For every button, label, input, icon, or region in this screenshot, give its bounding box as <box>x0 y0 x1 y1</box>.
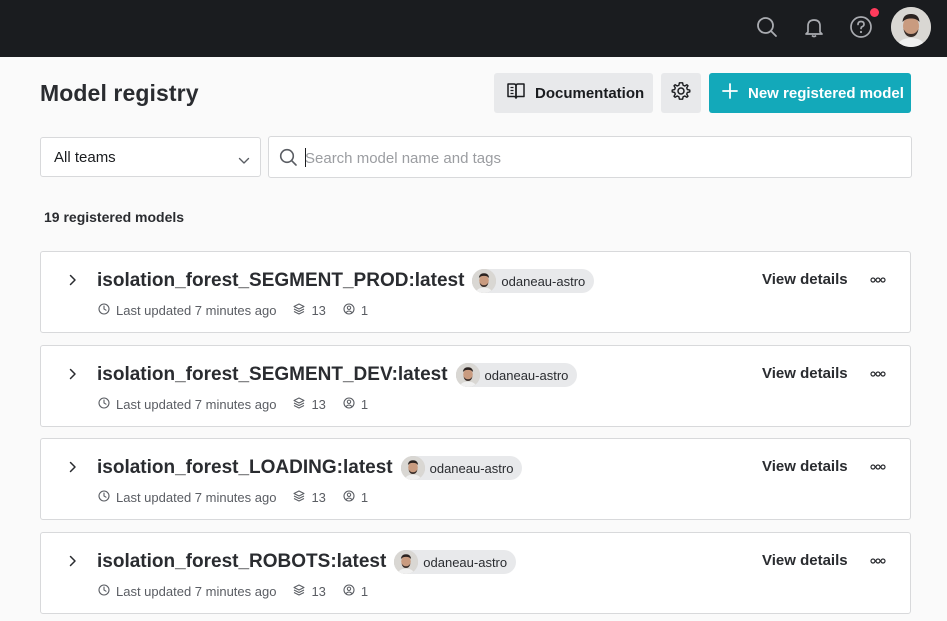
owner-avatar <box>455 363 480 387</box>
plus-icon <box>721 82 739 104</box>
model-name[interactable]: isolation_forest_SEGMENT_PROD:latest <box>97 270 464 292</box>
owner-name: odaneau-astro <box>423 554 508 570</box>
users-count: 1 <box>343 490 368 505</box>
versions-count: 13 <box>293 303 326 318</box>
last-updated: Last updated 7 minutes ago <box>98 303 276 318</box>
search-input[interactable] <box>305 146 895 170</box>
expand-chevron-icon[interactable] <box>65 272 81 288</box>
more-options-icon[interactable] <box>869 366 887 382</box>
versions-count: 13 <box>293 397 326 412</box>
users-count-text: 1 <box>360 584 369 599</box>
users-count-text: 1 <box>360 397 369 412</box>
expand-chevron-icon[interactable] <box>65 366 81 382</box>
versions-count-text: 13 <box>311 303 326 318</box>
model-meta: Last updated 7 minutes ago 13 1 <box>98 490 368 505</box>
model-title-row: isolation_forest_SEGMENT_PROD:latest odan… <box>97 267 595 295</box>
user-icon <box>343 303 361 318</box>
more-options-icon[interactable] <box>869 272 887 288</box>
users-count-text: 1 <box>360 303 369 318</box>
text-caret <box>305 148 306 167</box>
search-field[interactable] <box>268 136 912 178</box>
model-meta: Last updated 7 minutes ago 13 1 <box>98 397 368 412</box>
owner-chip[interactable]: odaneau-astro <box>400 456 523 480</box>
gear-icon <box>671 81 691 105</box>
owner-name: odaneau-astro <box>429 460 514 476</box>
model-card[interactable]: isolation_forest_ROBOTS:latest odaneau-as… <box>40 532 911 614</box>
versions-count-text: 13 <box>311 584 326 599</box>
search-icon[interactable] <box>754 14 780 40</box>
users-count: 1 <box>343 584 368 599</box>
last-updated: Last updated 7 minutes ago <box>98 584 276 599</box>
model-card[interactable]: isolation_forest_LOADING:latest odaneau-a… <box>40 438 911 520</box>
clock-icon <box>98 490 116 505</box>
chevron-down-icon <box>238 152 250 169</box>
settings-button[interactable] <box>661 73 701 113</box>
owner-chip[interactable]: odaneau-astro <box>455 363 578 387</box>
clock-icon <box>98 303 116 318</box>
last-updated-text: Last updated 7 minutes ago <box>116 584 277 599</box>
more-options-icon[interactable] <box>869 459 887 475</box>
clock-icon <box>98 397 116 412</box>
user-icon <box>343 584 361 599</box>
model-name[interactable]: isolation_forest_LOADING:latest <box>97 457 393 479</box>
model-card[interactable]: isolation_forest_SEGMENT_PROD:latest odan… <box>40 251 911 333</box>
layers-icon <box>293 303 311 318</box>
page-title: Model registry <box>40 80 199 106</box>
model-title-row: isolation_forest_LOADING:latest odaneau-a… <box>97 454 523 482</box>
last-updated-text: Last updated 7 minutes ago <box>116 490 277 505</box>
model-name[interactable]: isolation_forest_SEGMENT_DEV:latest <box>97 364 448 386</box>
notification-dot <box>870 8 879 17</box>
owner-chip[interactable]: odaneau-astro <box>472 269 595 293</box>
bell-icon[interactable] <box>801 14 827 40</box>
user-icon <box>343 490 361 505</box>
model-title-row: isolation_forest_ROBOTS:latest odaneau-as… <box>97 548 517 576</box>
help-icon[interactable] <box>848 14 874 40</box>
last-updated: Last updated 7 minutes ago <box>98 490 276 505</box>
model-card[interactable]: isolation_forest_SEGMENT_DEV:latest odane… <box>40 345 911 427</box>
user-avatar[interactable] <box>891 7 931 47</box>
owner-avatar <box>400 456 425 480</box>
owner-chip[interactable]: odaneau-astro <box>394 550 517 574</box>
model-title-row: isolation_forest_SEGMENT_DEV:latest odane… <box>97 361 578 389</box>
layers-icon <box>293 490 311 505</box>
team-select[interactable]: All teams <box>40 137 261 177</box>
top-navigation-bar <box>0 0 947 57</box>
expand-chevron-icon[interactable] <box>65 459 81 475</box>
new-registered-model-button[interactable]: New registered model <box>709 73 911 113</box>
last-updated-text: Last updated 7 minutes ago <box>116 397 277 412</box>
team-select-value: All teams <box>54 148 116 166</box>
clock-icon <box>98 584 116 599</box>
users-count: 1 <box>343 303 368 318</box>
layers-icon <box>293 397 311 412</box>
layers-icon <box>293 584 311 599</box>
owner-name: odaneau-astro <box>484 367 569 383</box>
last-updated-text: Last updated 7 minutes ago <box>116 303 277 318</box>
versions-count: 13 <box>293 490 326 505</box>
more-options-icon[interactable] <box>869 553 887 569</box>
user-icon <box>343 397 361 412</box>
new-registered-model-label: New registered model <box>748 84 904 102</box>
model-meta: Last updated 7 minutes ago 13 1 <box>98 303 368 318</box>
users-count-text: 1 <box>360 490 369 505</box>
view-details-link[interactable]: View details <box>762 365 848 382</box>
owner-avatar <box>394 550 419 574</box>
registered-models-count: 19 registered models <box>44 209 185 225</box>
model-meta: Last updated 7 minutes ago 13 1 <box>98 584 368 599</box>
view-details-link[interactable]: View details <box>762 458 848 475</box>
versions-count: 13 <box>293 584 326 599</box>
documentation-button[interactable]: Documentation <box>494 73 653 113</box>
view-details-link[interactable]: View details <box>762 552 848 569</box>
owner-name: odaneau-astro <box>501 273 586 289</box>
versions-count-text: 13 <box>311 397 326 412</box>
view-details-link[interactable]: View details <box>762 271 848 288</box>
versions-count-text: 13 <box>311 490 326 505</box>
users-count: 1 <box>343 397 368 412</box>
documentation-button-label: Documentation <box>535 84 645 102</box>
model-name[interactable]: isolation_forest_ROBOTS:latest <box>97 551 386 573</box>
expand-chevron-icon[interactable] <box>65 553 81 569</box>
owner-avatar <box>472 269 497 293</box>
search-icon <box>279 148 298 172</box>
last-updated: Last updated 7 minutes ago <box>98 397 276 412</box>
book-icon <box>506 82 526 104</box>
